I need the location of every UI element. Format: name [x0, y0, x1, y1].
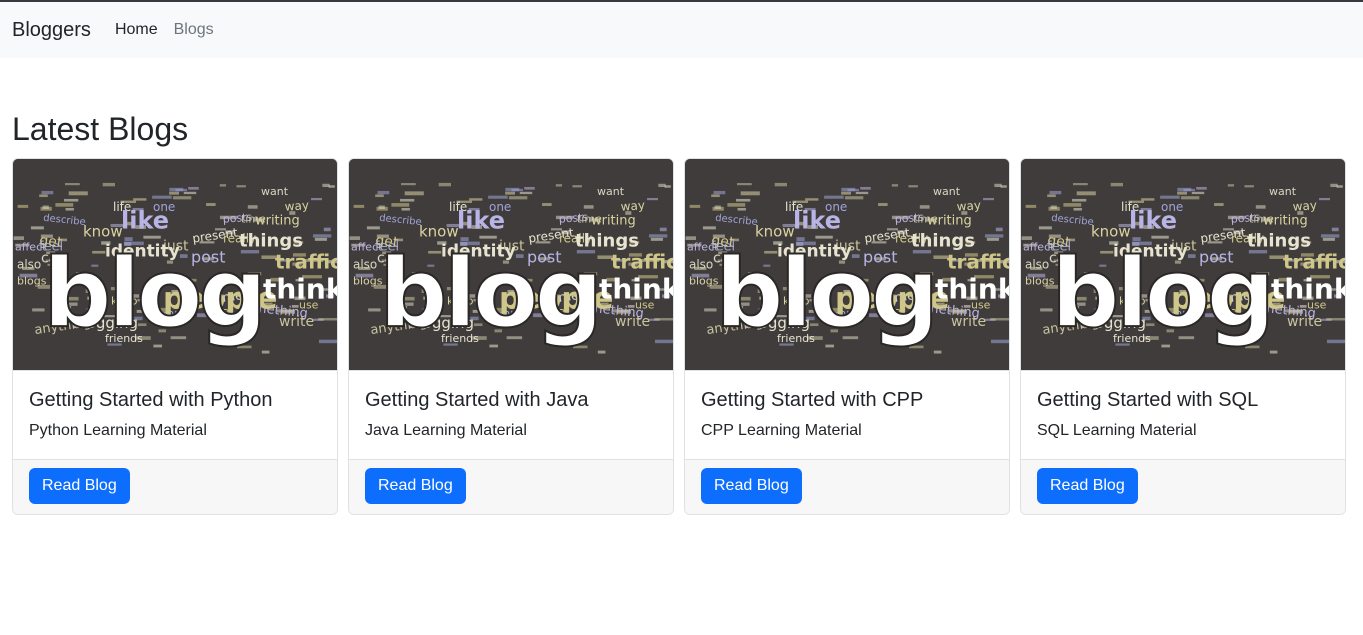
blog-card-footer: Read Blog [349, 459, 673, 515]
svg-text:think: think [599, 273, 673, 306]
blog-card-body: Getting Started with Python Python Learn… [13, 371, 337, 459]
nav-link-blogs[interactable]: Blogs [174, 21, 214, 39]
svg-text:like: like [121, 207, 169, 235]
svg-text:traffic: traffic [947, 250, 1009, 274]
svg-text:like: like [457, 207, 505, 235]
word-cloud-image: knowpostjustpresentfeelgetcanwritingpost… [685, 159, 1009, 371]
blog-card-text: Python Learning Material [29, 422, 207, 440]
blog-card-title: Getting Started with SQL [1037, 389, 1259, 412]
svg-text:want: want [261, 185, 289, 198]
blog-card-title: Getting Started with CPP [701, 389, 924, 412]
blog-card-text: CPP Learning Material [701, 422, 862, 440]
svg-text:time: time [913, 213, 938, 226]
svg-text:write: write [615, 315, 650, 331]
blog-card: know post just present feel get can writing post… [1020, 158, 1346, 516]
blog-card-body: Getting Started with SQL SQL Learning Ma… [1021, 371, 1345, 459]
svg-text:time: time [577, 213, 602, 226]
svg-text:way: way [284, 199, 309, 215]
svg-text:way: way [1292, 199, 1317, 215]
svg-text:traffic: traffic [611, 250, 673, 274]
svg-text:traffic: traffic [275, 250, 337, 274]
blog-card-body: Getting Started with Java Java Learning … [349, 371, 673, 459]
svg-text:traffic: traffic [1283, 250, 1345, 274]
svg-text:write: write [951, 315, 986, 331]
svg-text:like: like [793, 207, 841, 235]
svg-text:time: time [1249, 213, 1274, 226]
blog-card-footer: Read Blog [685, 459, 1009, 515]
svg-text:write: write [279, 315, 314, 331]
svg-text:write: write [1287, 315, 1322, 331]
blog-card-text: Java Learning Material [365, 422, 527, 440]
svg-text:way: way [620, 199, 645, 215]
svg-text:also: also [353, 258, 377, 272]
blog-card-image: know post just present feel get can writing post… [1021, 159, 1345, 372]
svg-text:also: also [1025, 258, 1049, 272]
main-content: Latest Blogs know post just present feel get c… [0, 110, 1363, 516]
svg-text:also: also [689, 258, 713, 272]
read-blog-button[interactable]: Read Blog [1037, 468, 1138, 505]
page-title: Latest Blogs [12, 111, 189, 147]
blog-card-image: know post just present feel get can writing post… [349, 159, 673, 372]
blog-card-footer: Read Blog [13, 459, 337, 515]
svg-text:blog: blog [715, 238, 935, 350]
blog-card-title: Getting Started with Java [365, 389, 589, 412]
read-blog-button[interactable]: Read Blog [701, 468, 802, 505]
svg-text:like: like [1129, 207, 1177, 235]
read-blog-button[interactable]: Read Blog [29, 468, 130, 505]
brand-logo[interactable]: Bloggers [12, 19, 91, 42]
svg-text:time: time [241, 213, 266, 226]
svg-text:want: want [1269, 185, 1297, 198]
blog-card: know post just present feel get can writing post… [684, 158, 1010, 516]
blog-card-list: know post just present feel get can writing post… [12, 158, 1351, 516]
word-cloud-image: knowpostjustpresentfeelgetcanwritingpost… [349, 159, 673, 371]
blog-card-body: Getting Started with CPP CPP Learning Ma… [685, 371, 1009, 459]
svg-text:also: also [17, 258, 41, 272]
blog-card-title: Getting Started with Python [29, 389, 273, 412]
svg-text:way: way [956, 199, 981, 215]
word-cloud-image: knowpostjustpresentfeelgetcanwritingpost… [1021, 159, 1345, 371]
nav-link-home[interactable]: Home [115, 21, 158, 39]
navbar: Bloggers Home Blogs [0, 2, 1363, 58]
svg-text:blog: blog [43, 238, 263, 350]
blog-card: know post just present feel get can writing post… [348, 158, 674, 516]
blog-card: know post just present feel get can writing post… [12, 158, 338, 516]
svg-text:think: think [1271, 273, 1345, 306]
blog-card-footer: Read Blog [1021, 459, 1345, 515]
word-cloud-image: knowpostjustpresentfeelgetcanwritingpost… [13, 159, 337, 371]
read-blog-button[interactable]: Read Blog [365, 468, 466, 505]
blog-card-image: know post just present feel get can writing post… [13, 159, 337, 372]
svg-text:want: want [933, 185, 961, 198]
svg-text:think: think [263, 273, 337, 306]
svg-text:think: think [935, 273, 1009, 306]
svg-text:blog: blog [379, 238, 599, 350]
blog-card-text: SQL Learning Material [1037, 422, 1197, 440]
svg-text:want: want [597, 185, 625, 198]
svg-text:blog: blog [1051, 238, 1271, 350]
blog-card-image: know post just present feel get can writing post… [685, 159, 1009, 372]
